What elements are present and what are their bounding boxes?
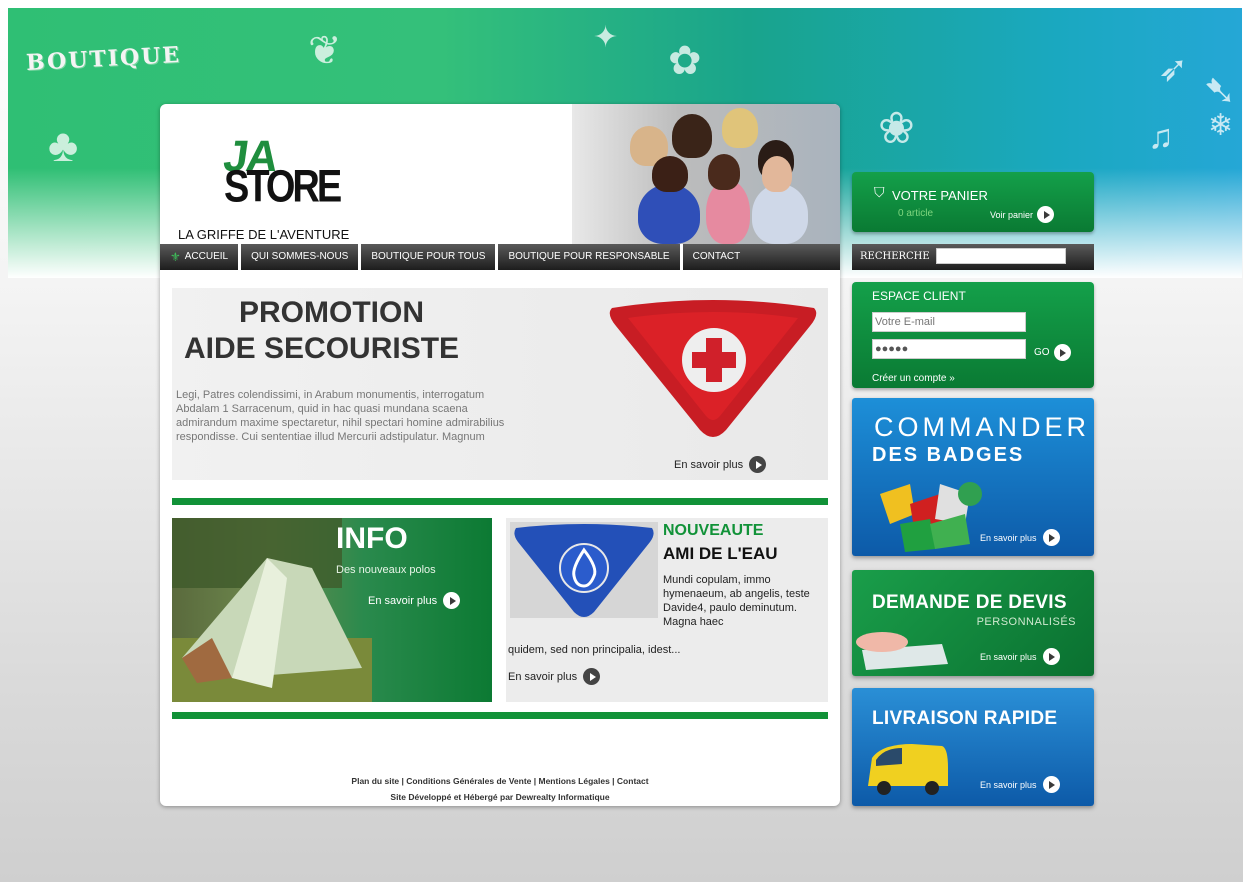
- photo-person: [652, 156, 688, 192]
- header-photo-teens: [572, 104, 840, 244]
- order-badges-more-link[interactable]: En savoir plus: [980, 529, 1060, 546]
- tent-image: [172, 518, 372, 702]
- photo-person: [722, 108, 758, 148]
- info-subtitle: Des nouveaux polos: [336, 564, 436, 576]
- hand-keyboard-image: [856, 632, 948, 670]
- main-nav: ⚜ ACCUEIL QUI SOMMES-NOUS BOUTIQUE POUR …: [160, 244, 840, 270]
- more-label: En savoir plus: [674, 458, 744, 471]
- dragonfly-icon: ✦: [593, 21, 619, 54]
- arrow-right-icon: [1042, 776, 1060, 793]
- photo-person: [708, 154, 740, 190]
- more-label: En savoir plus: [368, 594, 438, 607]
- delivery-van-image: [868, 744, 948, 795]
- quote-request-box[interactable]: DEMANDE DE DEVIS PERSONNALISÉS En savoir…: [852, 570, 1094, 676]
- login-go-button[interactable]: GO: [1034, 344, 1071, 361]
- divider: [172, 712, 828, 719]
- nouveaute-text: Mundi copulam, immo hymenaeum, ab angeli…: [663, 574, 810, 628]
- nouveaute-box[interactable]: NOUVEAUTE AMI DE L'EAU Mundi copulam, im…: [506, 518, 828, 702]
- client-title: ESPACE CLIENT: [872, 289, 966, 303]
- footer-links[interactable]: Plan du site | Conditions Générales de V…: [160, 776, 840, 786]
- view-cart-label: Voir panier: [990, 209, 1034, 220]
- leaf-icon: ❦: [308, 29, 342, 73]
- nav-accueil[interactable]: ⚜ ACCUEIL: [160, 244, 242, 270]
- nouveaute-kicker: NOUVEAUTE: [663, 522, 764, 539]
- music-note-icon: ♫: [1148, 118, 1174, 156]
- promo-more-link[interactable]: En savoir plus: [674, 456, 767, 473]
- more-label: En savoir plus: [508, 670, 578, 683]
- delivery-more-link[interactable]: En savoir plus: [980, 776, 1060, 793]
- order-badges-box[interactable]: COMMANDER DES BADGES En savoir plus: [852, 398, 1094, 556]
- snowflake-icon: ❄: [1208, 109, 1234, 142]
- arrow-right-icon: [443, 592, 461, 609]
- info-more-link[interactable]: En savoir plus: [368, 592, 461, 609]
- plant-icon: ❀: [878, 104, 915, 153]
- nouveaute-title: AMI DE L'EAU: [663, 544, 778, 563]
- order-badges-line2: DES BADGES: [872, 444, 1025, 466]
- divider: [172, 498, 828, 505]
- arrow-right-icon: [1042, 648, 1060, 665]
- shopping-bag-icon: ⛉: [874, 184, 885, 200]
- arrow-right-icon: [1053, 344, 1071, 361]
- search-input[interactable]: [936, 248, 1066, 264]
- banner-boutique-text: BOUTIQUE: [25, 41, 182, 77]
- search-label: RECHERCHE: [860, 251, 930, 262]
- nouveaute-more-link[interactable]: En savoir plus: [508, 668, 601, 685]
- arrow-right-icon: [583, 668, 601, 685]
- email-field[interactable]: [872, 312, 1026, 332]
- arrow-right-icon: [749, 456, 767, 473]
- password-field[interactable]: [872, 339, 1026, 359]
- photo-person: [762, 156, 792, 192]
- promo-title-line1: PROMOTION: [239, 296, 424, 329]
- bird-icon: ➶: [1158, 48, 1189, 89]
- promo-text: Legi, Patres colendissimi, in Arabum mon…: [176, 389, 505, 443]
- arrow-right-icon: [1042, 529, 1060, 546]
- more-label: En savoir plus: [980, 779, 1037, 790]
- go-label: GO: [1034, 347, 1050, 358]
- nav-contact[interactable]: CONTACT: [683, 244, 751, 270]
- nav-qui-sommes-nous[interactable]: QUI SOMMES-NOUS: [241, 244, 362, 270]
- photo-person: [752, 184, 808, 244]
- more-label: En savoir plus: [980, 532, 1037, 543]
- nav-label: ACCUEIL: [184, 251, 229, 262]
- client-login-box: ESPACE CLIENT GO Créer un compte »: [852, 282, 1094, 388]
- tshirt-icon: ♣: [48, 119, 79, 171]
- quote-title: DEMANDE DE DEVIS: [872, 592, 1067, 613]
- flower-icon: ✿: [668, 39, 702, 83]
- tagline: LA GRIFFE DE L'AVENTURE: [178, 227, 350, 242]
- first-aid-badge-image: [609, 300, 817, 437]
- footer-credit: Site Développé et Hébergé par Dewrealty …: [390, 792, 610, 802]
- view-cart-link[interactable]: Voir panier: [990, 206, 1055, 223]
- photo-person: [672, 114, 712, 158]
- cart-title: VOTRE PANIER: [892, 188, 988, 203]
- search-bar: RECHERCHE: [852, 244, 1094, 270]
- quote-more-link[interactable]: En savoir plus: [980, 648, 1060, 665]
- logo-store-text: STORE: [224, 161, 342, 213]
- info-title: INFO: [336, 522, 408, 555]
- more-label: En savoir plus: [980, 651, 1037, 662]
- info-box[interactable]: INFO Des nouveaux polos En savoir plus: [172, 518, 492, 702]
- water-badge-image: [510, 522, 658, 618]
- promo-title-line2: AIDE SECOURISTE: [184, 332, 460, 365]
- fast-delivery-box[interactable]: LIVRAISON RAPIDE En savoir plus: [852, 688, 1094, 806]
- nav-boutique-responsable[interactable]: BOUTIQUE POUR RESPONSABLE: [498, 244, 683, 270]
- nav-boutique-pour-tous[interactable]: BOUTIQUE POUR TOUS: [361, 244, 499, 270]
- nouveaute-text-continued: quidem, sed non principalia, idest...: [508, 644, 681, 656]
- arrow-right-icon: [1037, 206, 1055, 223]
- cart-widget[interactable]: ⛉ VOTRE PANIER 0 article Voir panier: [852, 172, 1094, 232]
- promo-banner[interactable]: PROMOTION AIDE SECOURISTE Legi, Patres c…: [172, 288, 828, 480]
- cart-count: 0 article: [898, 208, 934, 219]
- order-badges-line1: COMMANDER: [874, 412, 1090, 442]
- scout-emblem-icon: ⚜: [170, 250, 181, 264]
- main-panel: JA STORE LA GRIFFE DE L'AVENTURE ⚜ ACCUE…: [160, 104, 840, 806]
- photo-person: [638, 184, 700, 244]
- badges-collage-image: [880, 482, 982, 552]
- quote-subtitle: PERSONNALISÉS: [976, 616, 1076, 628]
- create-account-link[interactable]: Créer un compte »: [872, 373, 955, 384]
- delivery-title: LIVRAISON RAPIDE: [872, 708, 1058, 729]
